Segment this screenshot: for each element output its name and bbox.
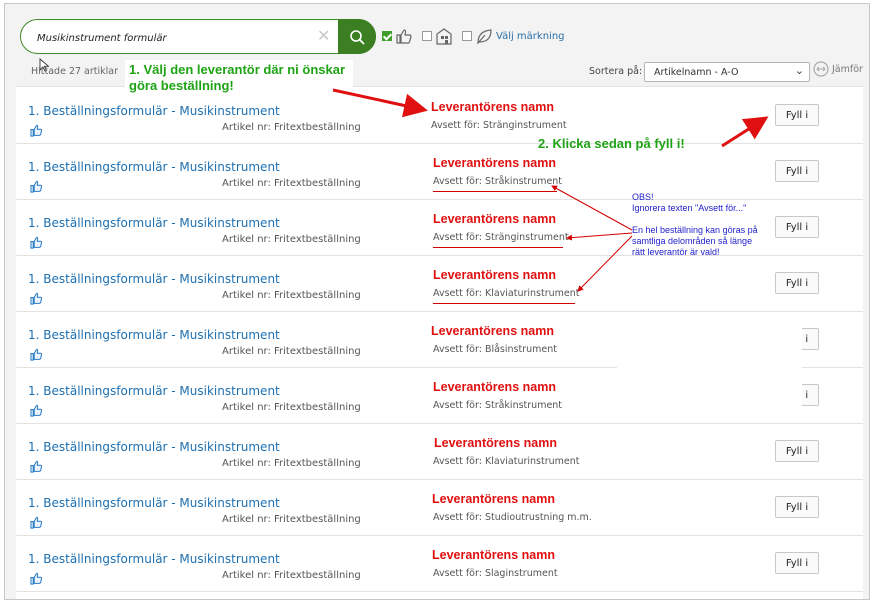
obs-note: OBS! Ignorera texten "Avsett för..." En … [632,192,767,258]
fill-in-button[interactable]: Fyll i [775,552,819,574]
label-filters: Välj märkning [382,25,565,47]
search-box: ✕ [20,19,376,54]
thumbs-up-icon[interactable] [30,234,43,253]
results-count: Hittade 27 artiklar [31,66,119,77]
filter-checkbox-building[interactable] [422,31,432,41]
article-title-link[interactable]: 1. Beställningsformulär - Musikinstrumen… [28,384,280,398]
article-number: Artikel nr: Fritextbeställning [222,178,361,189]
sort-value: Artikelnamn - A-O [654,67,739,78]
intended-for: Avsett för: Blåsinstrument [433,344,557,355]
vendor-name: Leverantörens namn [431,324,554,338]
intended-for: Avsett för: Stränginstrument [433,232,569,243]
thumbs-up-icon[interactable] [30,458,43,477]
search-button[interactable] [338,19,376,54]
vendor-name: Leverantörens namn [433,268,556,282]
list-item: 1. Beställningsformulär - Musikinstrumen… [16,87,863,144]
article-number: Artikel nr: Fritextbeställning [222,570,361,581]
compare-button[interactable]: Jämför [813,61,863,77]
vendor-name: Leverantörens namn [433,156,556,170]
thumbs-up-icon [395,27,413,45]
intended-for: Avsett för: Studioutrustning m.m. [433,512,592,523]
article-number: Artikel nr: Fritextbeställning [222,458,361,469]
list-item: 1. Beställningsformulär - Musikinstrumen… [16,535,863,592]
building-icon [435,27,453,45]
thumbs-up-icon[interactable] [30,346,43,365]
annotation-underline [433,247,563,248]
chevron-down-icon: ⌄ [794,64,804,77]
vendor-name: Leverantörens namn [433,380,556,394]
leaf-icon [475,27,493,45]
vendor-name: Leverantörens namn [434,436,557,450]
annotation-underline [433,303,575,304]
thumbs-up-icon[interactable] [30,122,43,141]
intended-for: Avsett för: Stränginstrument [431,120,567,131]
article-title-link[interactable]: 1. Beställningsformulär - Musikinstrumen… [28,216,280,230]
fill-in-button[interactable]: Fyll i [775,496,819,518]
obs-title: OBS! [632,192,654,202]
choose-label-link[interactable]: Välj märkning [496,31,565,42]
article-title-link[interactable]: 1. Beställningsformulär - Musikinstrumen… [28,552,280,566]
list-item: 1. Beställningsformulär - Musikinstrumen… [16,423,863,480]
clear-icon[interactable]: ✕ [317,27,330,45]
obs-line-1: Ignorera texten "Avsett för..." [632,203,747,213]
thumbs-up-icon[interactable] [30,570,43,589]
vendor-name: Leverantörens namn [431,100,554,114]
article-number: Artikel nr: Fritextbeställning [222,346,361,357]
filter-checkbox-eco[interactable] [462,31,472,41]
article-title-link[interactable]: 1. Beställningsformulär - Musikinstrumen… [28,272,280,286]
vendor-name: Leverantörens namn [432,492,555,506]
compare-label: Jämför [832,63,863,75]
thumbs-up-icon[interactable] [30,290,43,309]
fill-in-button[interactable]: Fyll i [775,160,819,182]
instruction-step-2: 2. Klicka sedan på fyll i! [538,136,685,151]
fill-in-button[interactable]: Fyll i [775,216,819,238]
article-number: Artikel nr: Fritextbeställning [222,122,361,133]
list-item: 1. Beställningsformulär - Musikinstrumen… [16,255,863,312]
fill-in-button[interactable]: Fyll i [775,272,819,294]
thumbs-up-icon[interactable] [30,514,43,533]
vendor-name: Leverantörens namn [432,548,555,562]
obs-line-2: En hel beställning kan göras på samtliga… [632,225,758,257]
search-icon [350,29,365,44]
thumbs-up-icon[interactable] [30,178,43,197]
article-title-link[interactable]: 1. Beställningsformulär - Musikinstrumen… [28,104,280,118]
intended-for: Avsett för: Slaginstrument [433,568,558,579]
article-number: Artikel nr: Fritextbeställning [222,402,361,413]
vendor-name: Leverantörens namn [433,212,556,226]
article-number: Artikel nr: Fritextbeställning [222,234,361,245]
intended-for: Avsett för: Klaviaturinstrument [433,288,580,299]
article-number: Artikel nr: Fritextbeställning [222,290,361,301]
intended-for: Avsett för: Stråkinstrument [433,400,563,411]
thumbs-up-icon[interactable] [30,402,43,421]
compare-icon [813,61,829,77]
instruction-step-1: 1. Välj den leverantör där ni önskar gör… [125,60,353,95]
intended-for: Avsett för: Stråkinstrument [433,176,563,187]
annotation-whiteout [617,326,802,408]
article-number: Artikel nr: Fritextbeställning [222,514,361,525]
sort-label: Sortera på: [589,66,643,77]
annotation-underline [433,191,557,192]
list-item: 1. Beställningsformulär - Musikinstrumen… [16,479,863,536]
search-input[interactable] [35,28,309,48]
article-title-link[interactable]: 1. Beställningsformulär - Musikinstrumen… [28,440,280,454]
intended-for: Avsett för: Klaviaturinstrument [433,456,580,467]
fill-in-button[interactable]: Fyll i [775,440,819,462]
article-title-link[interactable]: 1. Beställningsformulär - Musikinstrumen… [28,328,280,342]
article-title-link[interactable]: 1. Beställningsformulär - Musikinstrumen… [28,496,280,510]
fill-in-button[interactable]: Fyll i [775,104,819,126]
filter-checkbox-recommended[interactable] [382,31,392,41]
sort-select[interactable]: Artikelnamn - A-O ⌄ [644,62,810,82]
article-title-link[interactable]: 1. Beställningsformulär - Musikinstrumen… [28,160,280,174]
